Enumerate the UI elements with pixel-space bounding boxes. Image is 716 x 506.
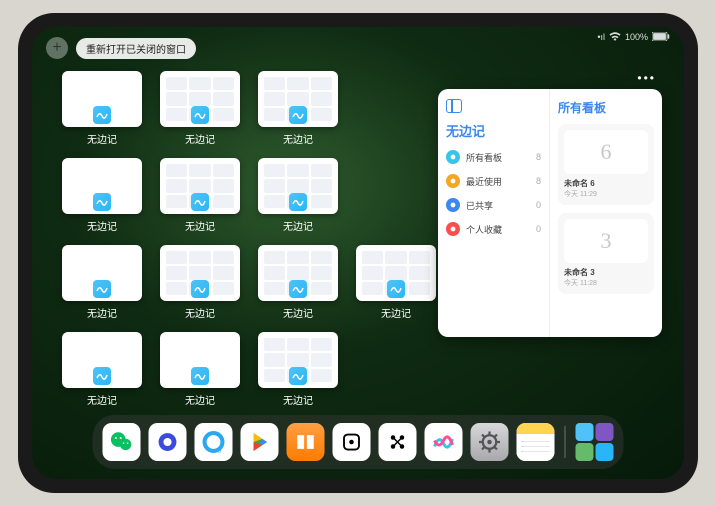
freeform-app-icon [289, 106, 307, 124]
window-thumbnail[interactable]: 无边记 [160, 245, 240, 320]
window-thumbnail[interactable]: 无边记 [160, 71, 240, 146]
status-bar: •ıl 100% [597, 31, 670, 43]
freeform-app-icon [191, 280, 209, 298]
sidebar-item-count: 8 [536, 176, 541, 186]
freeform-app-icon [387, 280, 405, 298]
dock-app-freeform[interactable] [425, 423, 463, 461]
dock-app-connect[interactable] [379, 423, 417, 461]
dock-app-qqbrowser[interactable]: HD [195, 423, 233, 461]
freeform-app-icon [93, 367, 111, 385]
dock-app-playstore[interactable] [241, 423, 279, 461]
sidebar-item-label: 已共享 [466, 199, 493, 212]
reopen-closed-window-button[interactable]: 重新打开已关闭的窗口 [76, 38, 196, 59]
freeform-app-icon [289, 280, 307, 298]
window-thumbnail[interactable]: 无边记 [160, 158, 240, 233]
menu-icon [446, 174, 460, 188]
sidebar-item[interactable]: 已共享 0 [446, 198, 541, 212]
freeform-app-icon [93, 106, 111, 124]
menu-icon [446, 150, 460, 164]
dock: HD [93, 415, 624, 469]
signal-icon: •ıl [597, 32, 605, 42]
panel-sidebar: 无边记 所有看板 8 最近使用 8 已共享 0 个人收藏 0 [438, 89, 550, 337]
dock-app-settings[interactable] [471, 423, 509, 461]
dock-app-quark[interactable] [149, 423, 187, 461]
battery-pct: 100% [625, 32, 648, 42]
new-window-button[interactable]: + [46, 37, 68, 59]
freeform-app-icon [191, 367, 209, 385]
window-label: 无边记 [283, 392, 313, 407]
stage-manager-windows: 无边记无边记无边记无边记无边记无边记无边记无边记无边记无边记无边记无边记无边记 [62, 71, 442, 407]
window-thumbnail[interactable]: 无边记 [62, 245, 142, 320]
panel-content-title: 所有看板 [558, 99, 654, 116]
more-icon[interactable]: ••• [637, 71, 656, 85]
board-card[interactable]: 6 未命名 6今天 11:29 [558, 124, 654, 205]
svg-text:HD: HD [214, 449, 222, 455]
freeform-app-icon [289, 367, 307, 385]
dock-app-dice[interactable] [333, 423, 371, 461]
panel-content: 所有看板 6 未命名 6今天 11:29 3 未命名 3今天 11:28 [550, 89, 662, 337]
window-label: 无边记 [283, 218, 313, 233]
window-thumbnail[interactable]: 无边记 [62, 158, 142, 233]
ipad-frame: •ıl 100% + 重新打开已关闭的窗口 无边记无边记无边记无边记无边记无边记… [18, 13, 698, 493]
board-time: 今天 11:29 [564, 189, 648, 199]
window-label: 无边记 [185, 392, 215, 407]
window-thumbnail[interactable]: 无边记 [258, 71, 338, 146]
window-thumbnail[interactable]: 无边记 [258, 158, 338, 233]
dock-recent-apps[interactable] [576, 423, 614, 461]
window-label: 无边记 [185, 305, 215, 320]
battery-icon [652, 32, 670, 43]
window-label: 无边记 [87, 218, 117, 233]
wifi-icon [609, 31, 621, 43]
sidebar-toggle-icon[interactable] [446, 99, 462, 113]
sidebar-item-label: 个人收藏 [466, 223, 502, 236]
sidebar-item[interactable]: 所有看板 8 [446, 150, 541, 164]
sidebar-item-label: 最近使用 [466, 175, 502, 188]
board-name: 未命名 6 [564, 178, 648, 189]
window-thumbnail[interactable]: 无边记 [62, 71, 142, 146]
window-label: 无边记 [87, 131, 117, 146]
sidebar-item[interactable]: 最近使用 8 [446, 174, 541, 188]
window-thumbnail[interactable]: 无边记 [258, 245, 338, 320]
freeform-side-panel[interactable]: ••• 无边记 所有看板8最近使用8已共享0个人收藏0 所有看板 6未命名 6今… [438, 89, 662, 337]
freeform-app-icon [191, 193, 209, 211]
window-label: 无边记 [87, 392, 117, 407]
window-thumbnail[interactable]: 无边记 [62, 332, 142, 407]
dock-app-notes[interactable] [517, 423, 555, 461]
sidebar-item-count: 0 [536, 200, 541, 210]
menu-icon [446, 198, 460, 212]
window-label: 无边记 [185, 131, 215, 146]
sidebar-item-label: 所有看板 [466, 151, 502, 164]
menu-icon [446, 222, 460, 236]
freeform-app-icon [191, 106, 209, 124]
screen: •ıl 100% + 重新打开已关闭的窗口 无边记无边记无边记无边记无边记无边记… [32, 27, 684, 479]
board-card[interactable]: 3 未命名 3今天 11:28 [558, 213, 654, 294]
window-label: 无边记 [283, 305, 313, 320]
window-thumbnail[interactable]: 无边记 [160, 332, 240, 407]
window-label: 无边记 [381, 305, 411, 320]
window-label: 无边记 [87, 305, 117, 320]
dock-separator [565, 426, 566, 458]
board-name: 未命名 3 [564, 267, 648, 278]
top-controls: + 重新打开已关闭的窗口 [46, 37, 196, 59]
sidebar-item-count: 0 [536, 224, 541, 234]
board-preview: 3 [564, 219, 648, 263]
dock-app-books[interactable] [287, 423, 325, 461]
window-label: 无边记 [185, 218, 215, 233]
panel-sidebar-title: 无边记 [446, 121, 541, 140]
window-label: 无边记 [283, 131, 313, 146]
sidebar-item-count: 8 [536, 152, 541, 162]
window-thumbnail[interactable]: 无边记 [258, 332, 338, 407]
freeform-app-icon [289, 193, 307, 211]
freeform-app-icon [93, 193, 111, 211]
window-thumbnail[interactable]: 无边记 [356, 245, 436, 320]
freeform-app-icon [93, 280, 111, 298]
board-time: 今天 11:28 [564, 278, 648, 288]
sidebar-item[interactable]: 个人收藏 0 [446, 222, 541, 236]
board-preview: 6 [564, 130, 648, 174]
dock-app-wechat[interactable] [103, 423, 141, 461]
